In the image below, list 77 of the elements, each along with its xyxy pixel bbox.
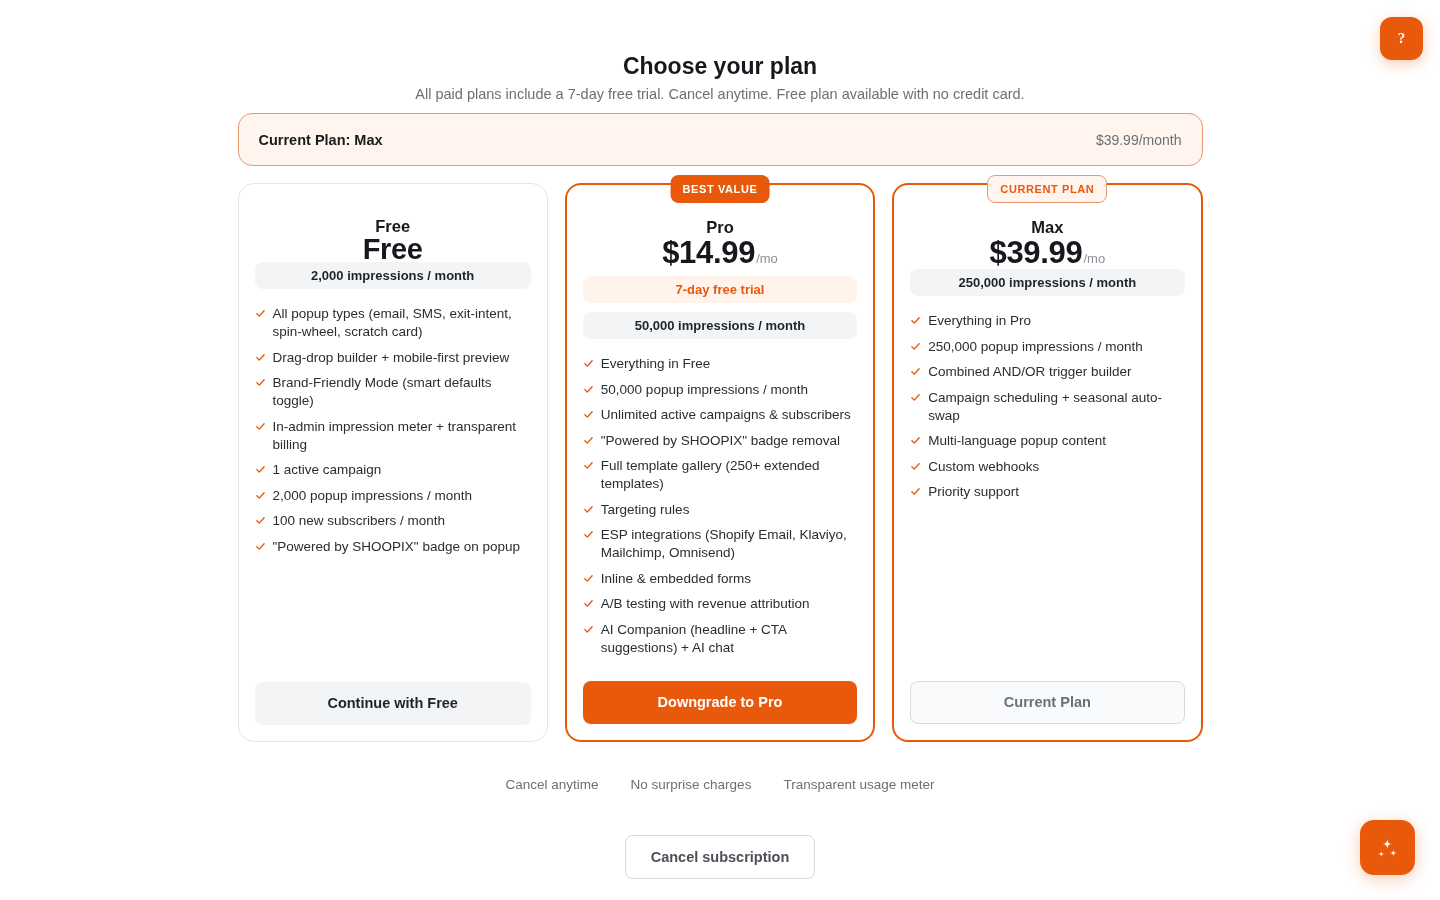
feature-text: Everything in Pro	[928, 312, 1031, 330]
feature-text: "Powered by SHOOPIX" badge removal	[600, 431, 841, 450]
feature-text: 50,000 popup impressions / month	[600, 380, 808, 399]
feature-text: Campaign scheduling + seasonal auto-swap	[928, 388, 1163, 425]
plan-price: $14.99	[662, 237, 756, 269]
feature-text: 1 active campaign	[272, 461, 382, 479]
feature-text: A/B testing with revenue attribution	[600, 595, 810, 613]
check-icon	[583, 531, 593, 538]
check-icon	[911, 462, 921, 470]
page-subtitle: All paid plans include a 7-day free trial. Cancel anytime. Free plan available with no credit card.	[414, 85, 1026, 104]
check-icon	[255, 517, 265, 524]
plan-action-button[interactable]: Continue with Free	[254, 681, 531, 725]
check-icon	[255, 542, 265, 550]
check-icon	[911, 317, 921, 324]
feature-text: Combined AND/OR trigger builder	[928, 363, 1132, 381]
sparkle-icon	[1378, 838, 1397, 857]
check-icon	[911, 437, 921, 444]
page-title: Choose your plan	[621, 52, 819, 80]
feature-text: Full template gallery (250+ extended templates)	[600, 457, 821, 493]
check-icon	[255, 310, 265, 317]
feature-text: "Powered by SHOOPIX" badge on popup	[272, 537, 520, 556]
check-icon	[255, 379, 265, 386]
help-button[interactable]: ?	[1380, 17, 1423, 60]
check-icon	[583, 385, 593, 393]
feature-text: Inline & embedded forms	[600, 569, 751, 588]
feature-text: Drag-drop builder + mobile-first preview	[272, 348, 510, 367]
check-icon	[583, 600, 593, 607]
guarantee-text: Cancel anytime	[505, 775, 599, 794]
feature-text: Multi-language popup content	[928, 432, 1107, 450]
price-unit: /mo	[1083, 251, 1106, 266]
plan-badge: CURRENT PLAN	[987, 175, 1108, 203]
plan-price: $39.99	[989, 237, 1083, 269]
impressions-tag: 250,000 impressions / month	[910, 269, 1185, 296]
feature-text: Targeting rules	[600, 500, 690, 519]
feature-text: 250,000 popup impressions / month	[928, 337, 1143, 356]
feature-text: In-admin impression meter + transparent billing	[272, 417, 517, 454]
impressions-tag: 2,000 impressions / month	[254, 262, 531, 289]
check-icon	[911, 342, 921, 350]
check-icon	[911, 393, 921, 401]
feature-text: All popup types (email, SMS, exit-intent, spin-wheel, scratch card)	[272, 305, 513, 341]
check-icon	[583, 411, 593, 418]
feature-text: Brand-Friendly Mode (smart defaults toggle)	[272, 374, 493, 410]
plan-name: Free	[375, 216, 411, 236]
plan-price: Free	[362, 236, 423, 262]
feature-text: Custom webhooks	[928, 457, 1040, 476]
plan-badge: BEST VALUE	[670, 175, 770, 203]
check-icon	[255, 491, 265, 499]
check-icon	[583, 625, 593, 633]
current-plan-label: Current Plan: Max	[258, 131, 383, 148]
feature-text: Priority support	[928, 483, 1019, 501]
trial-tag: 7-day free trial	[582, 276, 858, 303]
price-unit: /mo	[756, 251, 778, 266]
feature-text: 2,000 popup impressions / month	[272, 486, 473, 505]
cancel-subscription-button[interactable]: Cancel subscription	[624, 834, 816, 879]
check-icon	[911, 368, 921, 375]
check-icon	[255, 422, 265, 430]
check-icon	[255, 353, 265, 361]
feature-text: Unlimited active campaigns & subscribers	[600, 406, 851, 424]
check-icon	[911, 488, 921, 495]
feature-text: AI Companion (headline + CTA suggestions) + AI chat	[600, 620, 788, 657]
plan-name: Max	[1031, 217, 1064, 237]
guarantee-text: No surprise charges	[630, 775, 752, 794]
feature-text: ESP integrations (Shopify Email, Klaviyo, Mailchimp, Omnisend)	[600, 526, 848, 562]
sparkle-button[interactable]	[1360, 820, 1415, 875]
check-icon	[583, 505, 593, 513]
check-icon	[255, 466, 265, 473]
feature-text: 100 new subscribers / month	[272, 512, 446, 530]
plan-action-button[interactable]: Downgrade to Pro	[582, 680, 858, 724]
check-icon	[583, 360, 593, 367]
guarantee-text: Transparent usage meter	[783, 775, 935, 794]
current-plan-price: $39.99/month	[1095, 131, 1182, 148]
check-icon	[583, 574, 593, 582]
check-icon	[583, 436, 593, 444]
impressions-tag: 50,000 impressions / month	[582, 312, 858, 339]
check-icon	[583, 462, 593, 469]
feature-text: Everything in Free	[600, 355, 711, 373]
plan-name: Pro	[706, 217, 734, 237]
